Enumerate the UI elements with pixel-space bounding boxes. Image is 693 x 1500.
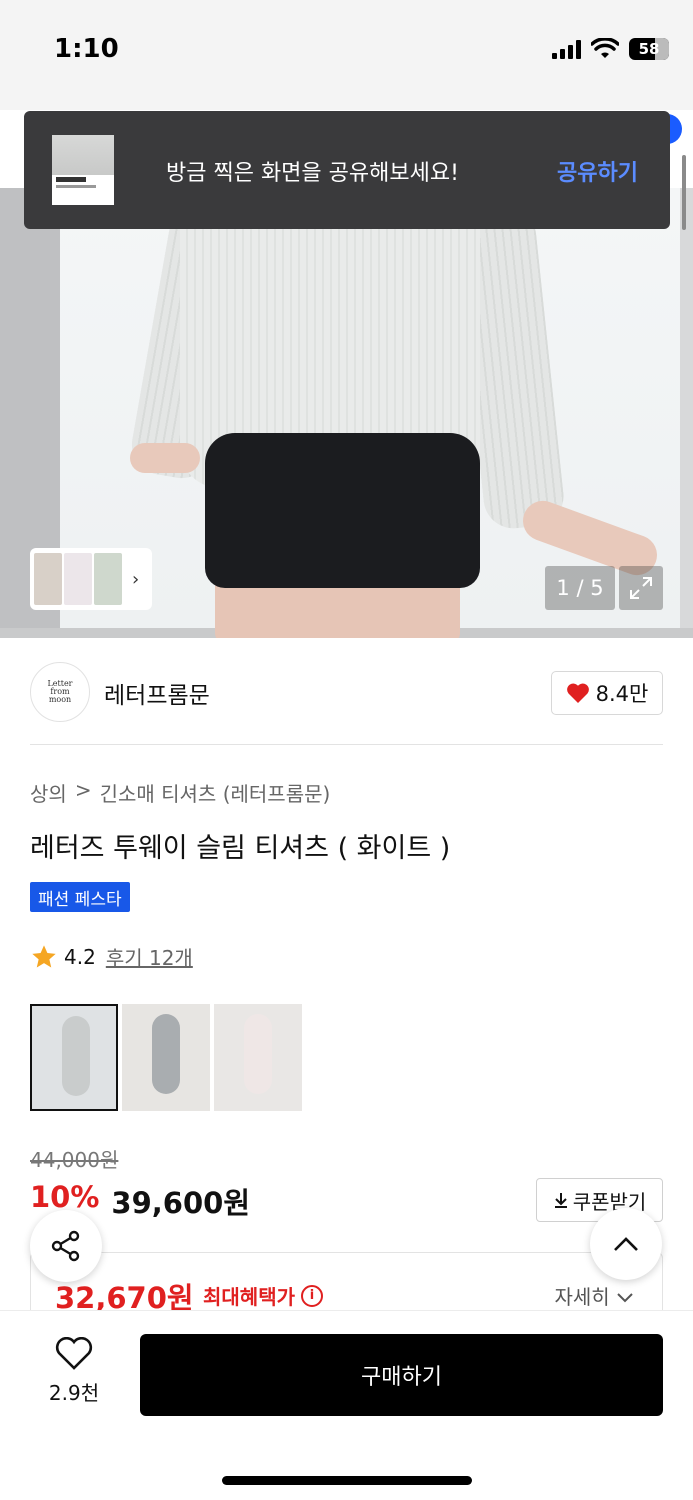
buy-button[interactable]: 구매하기 xyxy=(140,1334,663,1416)
breadcrumb: 상의 > 긴소매 티셔츠 (레터프롬문) xyxy=(30,778,330,807)
chevron-down-icon xyxy=(617,1293,633,1303)
wishlist-count: 2.9천 xyxy=(48,1381,100,1405)
bottom-action-bar: 2.9천 구매하기 xyxy=(0,1310,693,1500)
rating-row: 4.2 후기 12개 xyxy=(30,942,193,971)
screenshot-thumbnail[interactable] xyxy=(52,135,114,205)
share-button[interactable]: 공유하기 xyxy=(557,155,638,187)
product-main-image[interactable]: › 1 / 5 xyxy=(0,188,693,638)
expand-button[interactable] xyxy=(619,566,663,610)
status-time: 1:10 xyxy=(54,34,119,64)
share-fab[interactable] xyxy=(30,1210,102,1282)
heart-outline-icon xyxy=(55,1337,93,1370)
max-benefit-label: 최대혜택가 i xyxy=(203,1281,323,1310)
brand-name[interactable]: 레터프롬문 xyxy=(104,676,210,710)
expand-icon xyxy=(630,577,652,599)
info-icon[interactable]: i xyxy=(301,1284,323,1307)
promo-badge: 패션 페스타 xyxy=(30,882,130,912)
benefit-detail-toggle[interactable]: 자세히 xyxy=(554,1281,634,1310)
battery-level: 58 xyxy=(638,40,660,58)
breadcrumb-category[interactable]: 상의 xyxy=(30,778,67,807)
photo-thumbnails xyxy=(30,1004,302,1111)
original-price: 44,000원 xyxy=(30,1148,119,1172)
status-icons: 58 xyxy=(552,38,669,60)
chevron-right-icon: › xyxy=(132,568,140,590)
heart-filled-icon xyxy=(566,683,589,703)
review-link[interactable]: 후기 12개 xyxy=(106,942,193,971)
breadcrumb-subcategory[interactable]: 긴소매 티셔츠 (레터프롬문) xyxy=(100,778,331,807)
wishlist-button[interactable]: 2.9천 xyxy=(38,1337,110,1406)
star-icon xyxy=(32,944,56,967)
brand-logo[interactable]: Letter from moon xyxy=(30,662,90,722)
brand-logo-text: Letter from moon xyxy=(47,679,73,704)
product-title: 레터즈 투웨이 슬림 티셔츠 ( 화이트 ) xyxy=(30,833,451,864)
divider xyxy=(30,744,663,745)
sale-price: 39,600원 xyxy=(111,1186,251,1220)
rating-value: 4.2 xyxy=(64,944,96,969)
photo-thumbnail[interactable] xyxy=(30,1004,118,1111)
brand-like-count: 8.4만 xyxy=(595,682,649,706)
scrollbar xyxy=(682,155,686,230)
status-bar: 1:10 58 xyxy=(0,0,693,110)
share-toast: 방금 찍은 화면을 공유해보세요! 공유하기 xyxy=(24,111,670,229)
detail-label: 자세히 xyxy=(554,1285,610,1309)
gallery-thumbnail-strip[interactable]: › xyxy=(30,548,152,610)
home-indicator xyxy=(222,1476,472,1485)
download-icon xyxy=(554,1193,567,1208)
share-icon xyxy=(51,1230,80,1262)
battery-icon: 58 xyxy=(629,38,669,60)
breadcrumb-separator: > xyxy=(74,778,92,802)
toast-message: 방금 찍은 화면을 공유해보세요! xyxy=(166,161,459,186)
image-counter: 1 / 5 xyxy=(545,566,615,610)
max-benefit-label-text: 최대혜택가 xyxy=(203,1285,295,1309)
wifi-icon xyxy=(591,38,619,58)
cellular-signal-icon xyxy=(552,39,581,59)
photo-thumbnail[interactable] xyxy=(214,1004,302,1111)
photo-thumbnail[interactable] xyxy=(122,1004,210,1111)
chevron-up-icon xyxy=(614,1237,638,1251)
brand-like-button[interactable]: 8.4만 xyxy=(551,671,663,715)
scroll-top-button[interactable] xyxy=(590,1208,662,1280)
